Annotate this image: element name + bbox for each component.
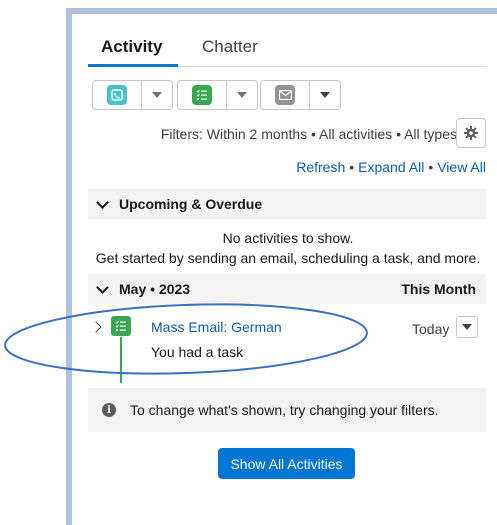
chevron-down-icon (320, 92, 330, 98)
view-all-link[interactable]: View All (437, 159, 486, 175)
chevron-right-icon[interactable] (90, 321, 102, 333)
refresh-link[interactable]: Refresh (296, 159, 345, 175)
filter-info-text: To change what's shown, try changing you… (130, 402, 439, 418)
link-separator: • (428, 159, 434, 175)
activity-panel: Activity Chatter Filters: Within 2 month… (72, 14, 497, 525)
new-task-dropdown[interactable] (227, 80, 258, 110)
empty-message-line2: Get started by sending an email, schedul… (95, 250, 481, 266)
expand-all-link[interactable]: Expand All (358, 159, 424, 175)
task-icon (111, 316, 131, 336)
month-section-label: This Month (401, 281, 476, 297)
chevron-down-icon (96, 195, 109, 209)
activity-item-menu-button[interactable] (456, 316, 478, 338)
chevron-down-icon (96, 280, 109, 294)
info-icon: i (102, 403, 116, 417)
log-call-button[interactable] (92, 80, 142, 110)
timeline-links: Refresh • Expand All • View All (296, 157, 486, 177)
email-button[interactable] (260, 80, 310, 110)
activity-item-subtitle: You had a task (151, 344, 244, 360)
month-section-title: May • 2023 (119, 281, 191, 297)
chevron-down-icon (152, 92, 162, 98)
filters-summary: Filters: Within 2 months • All activitie… (160, 126, 457, 142)
email-dropdown[interactable] (310, 80, 341, 110)
upcoming-overdue-title: Upcoming & Overdue (119, 196, 263, 212)
filter-info-box: i To change what's shown, try changing y… (88, 388, 486, 432)
gear-icon (464, 126, 478, 140)
email-icon (275, 85, 295, 105)
empty-message-line1: No activities to show. (222, 230, 354, 246)
log-call-dropdown[interactable] (142, 80, 173, 110)
month-section-header[interactable]: May • 2023 This Month (88, 274, 486, 304)
show-all-activities-button[interactable]: Show All Activities (218, 448, 355, 479)
tab-chatter[interactable]: Chatter (202, 36, 258, 58)
timeline-connector (120, 337, 122, 383)
log-call-icon (107, 85, 127, 105)
active-tab-indicator (88, 64, 178, 67)
chevron-down-icon (462, 324, 472, 330)
activity-item-title[interactable]: Mass Email: German (151, 317, 282, 337)
log-call-button-group (92, 80, 173, 110)
activity-item-date: Today (412, 321, 450, 337)
upcoming-overdue-header[interactable]: Upcoming & Overdue (88, 189, 486, 219)
new-task-button[interactable] (177, 80, 227, 110)
chevron-down-icon (237, 92, 247, 98)
email-button-group (260, 80, 341, 110)
link-separator: • (349, 159, 355, 175)
tab-bar: Activity Chatter (88, 30, 486, 67)
new-task-button-group (177, 80, 258, 110)
tab-activity[interactable]: Activity (101, 36, 162, 58)
filter-settings-button[interactable] (456, 118, 486, 148)
new-task-icon (192, 85, 212, 105)
